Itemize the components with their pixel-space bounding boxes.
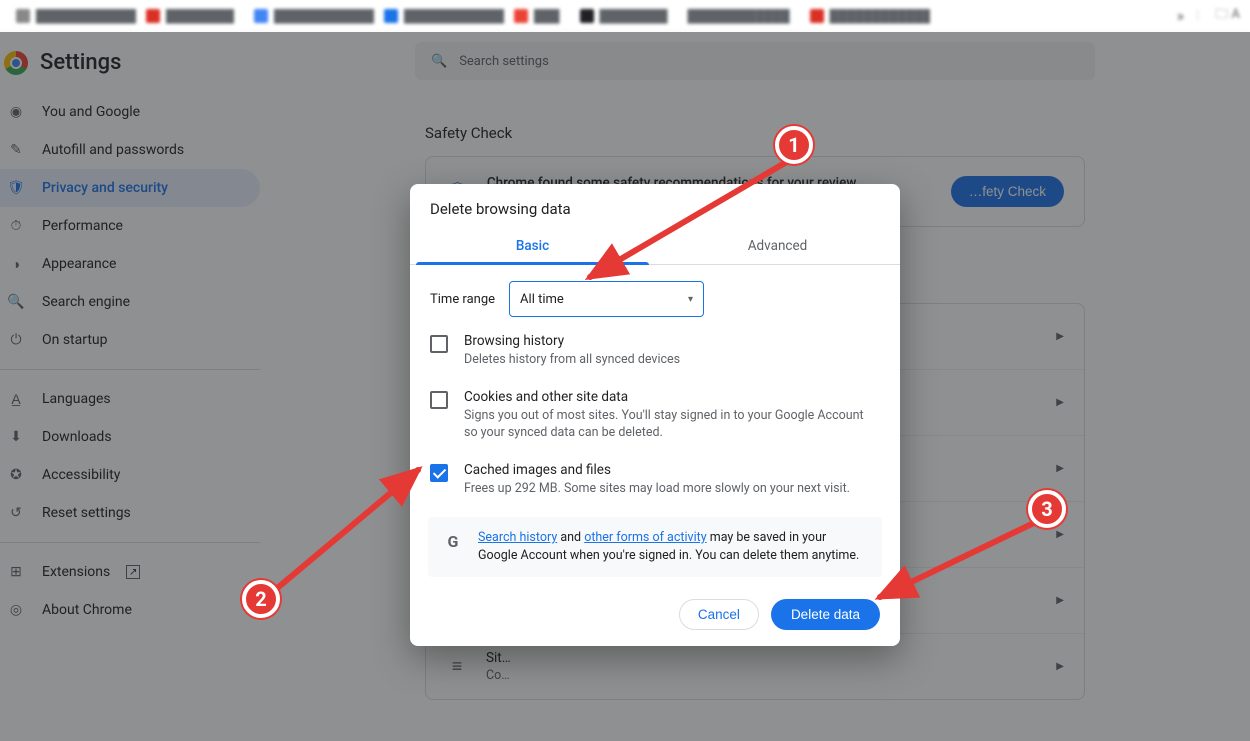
browser-tab[interactable]: ████████████ xyxy=(678,5,800,27)
time-range-label: Time range xyxy=(430,292,495,307)
checkbox-browsing-history[interactable] xyxy=(430,335,448,353)
checkbox-cookies[interactable] xyxy=(430,391,448,409)
option-sub: Signs you out of most sites. You'll stay… xyxy=(464,407,880,442)
checkbox-cached[interactable] xyxy=(430,464,448,482)
browser-tabstrip: ████████████ ████████ ████████████ █████… xyxy=(0,0,1250,32)
dialog-title: Delete browsing data xyxy=(410,184,900,228)
browser-tab[interactable]: ████████████ xyxy=(374,5,504,27)
option-title: Cached images and files xyxy=(464,462,880,478)
browser-tab[interactable]: ████████ xyxy=(570,5,678,27)
chevron-down-icon: ▾ xyxy=(688,294,693,305)
time-range-row: Time range All time ▾ xyxy=(410,265,900,323)
time-range-value: All time xyxy=(520,292,564,307)
browser-tab[interactable]: ███ xyxy=(504,5,570,27)
browser-tab[interactable]: ████████████ xyxy=(800,5,930,27)
delete-browsing-data-dialog: Delete browsing data Basic Advanced Time… xyxy=(410,184,900,646)
browser-tab[interactable]: ████████████ xyxy=(6,5,136,27)
google-g-icon: G xyxy=(442,531,464,553)
browser-tab[interactable]: ████████ xyxy=(136,5,244,27)
dialog-tabs: Basic Advanced xyxy=(410,228,900,265)
tab-overflow-icon[interactable]: » xyxy=(1177,6,1181,25)
bookmarks-folder[interactable]: 🗀 A xyxy=(1215,5,1240,27)
option-cached[interactable]: Cached images and files Frees up 292 MB.… xyxy=(410,452,900,508)
search-history-link[interactable]: Search history xyxy=(478,530,557,545)
option-sub: Deletes history from all synced devices xyxy=(464,351,880,369)
cancel-button[interactable]: Cancel xyxy=(679,599,759,630)
tab-advanced[interactable]: Advanced xyxy=(655,228,900,264)
tab-basic[interactable]: Basic xyxy=(410,228,655,264)
signed-in-info-box: G Search history and other forms of acti… xyxy=(428,517,882,577)
delete-data-button[interactable]: Delete data xyxy=(771,599,880,630)
browser-tab[interactable]: ████████████ xyxy=(244,5,374,27)
option-title: Browsing history xyxy=(464,333,880,349)
option-cookies[interactable]: Cookies and other site data Signs you ou… xyxy=(410,379,900,452)
other-activity-link[interactable]: other forms of activity xyxy=(584,530,706,545)
dialog-actions: Cancel Delete data xyxy=(410,581,900,638)
option-browsing-history[interactable]: Browsing history Deletes history from al… xyxy=(410,323,900,379)
time-range-select[interactable]: All time ▾ xyxy=(509,281,704,317)
option-title: Cookies and other site data xyxy=(464,389,880,405)
option-sub: Frees up 292 MB. Some sites may load mor… xyxy=(464,480,880,498)
